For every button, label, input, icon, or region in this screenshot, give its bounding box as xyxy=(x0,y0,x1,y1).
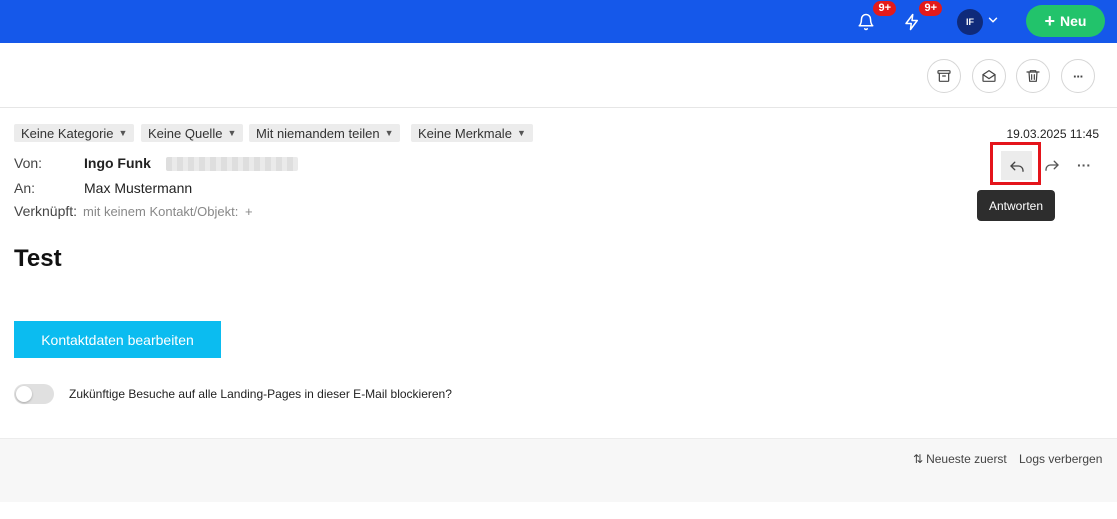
share-label: Mit niemandem teilen xyxy=(256,125,380,141)
features-dropdown[interactable]: Keine Merkmale ▼ xyxy=(411,124,533,142)
avatar[interactable]: IF xyxy=(957,9,983,35)
mark-read-icon xyxy=(982,70,996,82)
block-landing-pages-toggle[interactable] xyxy=(14,384,54,404)
new-button[interactable]: + Neu xyxy=(1026,5,1105,37)
sort-icon: ⇅ xyxy=(913,452,924,466)
add-link-button[interactable]: + xyxy=(245,204,253,219)
email-more-button[interactable]: ··· xyxy=(1072,153,1096,177)
bell-icon xyxy=(858,13,874,31)
chevron-down-icon: ▼ xyxy=(384,128,394,138)
chevron-down-icon: ▼ xyxy=(227,128,237,138)
sort-label: Neueste zuerst xyxy=(926,452,1007,466)
source-dropdown[interactable]: Keine Quelle ▼ xyxy=(141,124,244,142)
to-label: An: xyxy=(14,180,36,196)
mark-read-button[interactable] xyxy=(972,59,1006,93)
share-dropdown[interactable]: Mit niemandem teilen ▼ xyxy=(249,124,401,142)
hide-logs-button[interactable]: Logs verbergen xyxy=(1019,452,1102,466)
sender-name: Ingo Funk xyxy=(84,155,151,171)
linked-value: mit keinem Kontakt/Objekt: + xyxy=(83,204,253,219)
header-divider xyxy=(0,107,1117,108)
plus-icon: + xyxy=(1044,11,1056,31)
forward-icon xyxy=(1045,160,1059,171)
archive-icon xyxy=(937,70,951,82)
log-footer xyxy=(0,438,1117,502)
source-label: Keine Quelle xyxy=(148,125,223,141)
more-icon: ··· xyxy=(1073,68,1084,84)
email-subject: Test xyxy=(14,245,62,272)
notification-badge: 9+ xyxy=(873,1,896,16)
activity-badge: 9+ xyxy=(919,1,942,16)
lightning-icon xyxy=(905,13,918,31)
chevron-down-icon[interactable] xyxy=(986,13,1000,27)
top-bar: 9+ 9+ IF + Neu xyxy=(0,0,1117,43)
linked-label: Verknüpft: xyxy=(14,203,78,219)
category-label: Keine Kategorie xyxy=(21,125,114,141)
edit-contact-button[interactable]: Kontaktdaten bearbeiten xyxy=(14,321,221,358)
recipient-name: Max Mustermann xyxy=(84,180,193,196)
reply-tooltip: Antworten xyxy=(977,190,1055,221)
email-date: 19.03.2025 11:45 xyxy=(1006,127,1099,141)
linked-text: mit keinem Kontakt/Objekt: xyxy=(83,204,239,219)
block-landing-pages-label: Zukünftige Besuche auf alle Landing-Page… xyxy=(69,387,452,401)
archive-button[interactable] xyxy=(927,59,961,93)
reply-highlight-box xyxy=(990,142,1041,185)
notifications-button[interactable]: 9+ xyxy=(852,1,896,36)
features-label: Keine Merkmale xyxy=(418,125,512,141)
sort-newest-button[interactable]: ⇅ Neueste zuerst xyxy=(913,452,1007,466)
activity-button[interactable]: 9+ xyxy=(898,1,942,36)
from-label: Von: xyxy=(14,155,43,171)
new-button-label: Neu xyxy=(1060,13,1087,29)
sender-email-redacted xyxy=(166,157,298,171)
forward-button[interactable] xyxy=(1040,153,1064,177)
chevron-down-icon: ▼ xyxy=(118,128,128,138)
delete-button[interactable] xyxy=(1016,59,1050,93)
trash-icon xyxy=(1026,70,1040,82)
more-actions-button[interactable]: ··· xyxy=(1061,59,1095,93)
category-dropdown[interactable]: Keine Kategorie ▼ xyxy=(14,124,135,142)
chevron-down-icon: ▼ xyxy=(516,128,526,138)
